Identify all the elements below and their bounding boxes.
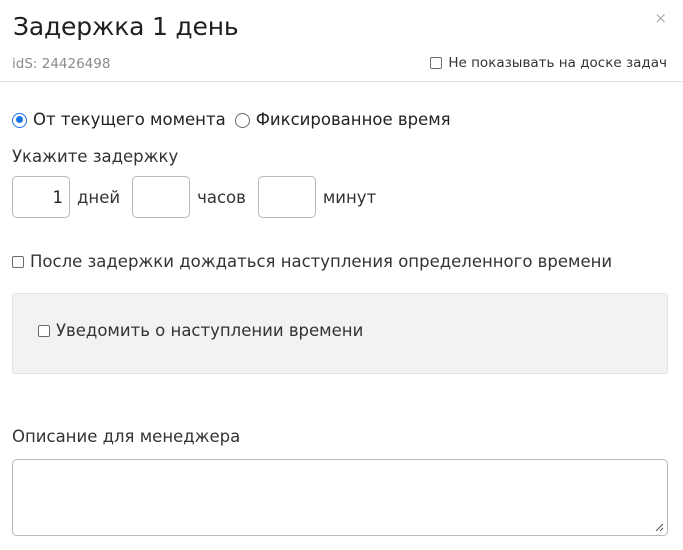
hide-on-board-toggle[interactable]: Не показывать на доске задач: [430, 54, 667, 72]
hours-unit: часов: [197, 187, 246, 207]
delay-label: Укажите задержку: [12, 147, 179, 166]
hide-on-board-checkbox[interactable]: [430, 57, 443, 69]
header-divider: [0, 81, 683, 82]
description-label: Описание для менеджера: [12, 427, 241, 446]
mode-radio-group: От текущего момента Фиксированное время: [12, 109, 460, 131]
wait-time-toggle[interactable]: После задержки дождаться наступления опр…: [12, 251, 612, 273]
wait-time-label: После задержки дождаться наступления опр…: [30, 252, 613, 271]
dialog-title: Задержка 1 день: [13, 12, 239, 41]
radio-from-now[interactable]: [12, 112, 27, 128]
minutes-unit: минут: [322, 187, 377, 207]
days-input[interactable]: [12, 176, 70, 218]
hours-input[interactable]: [132, 176, 191, 218]
days-unit: дней: [77, 187, 121, 207]
notify-toggle[interactable]: Уведомить о наступлении времени: [38, 320, 363, 342]
hide-on-board-label: Не показывать на доске задач: [448, 55, 667, 71]
notify-label: Уведомить о наступлении времени: [56, 321, 364, 340]
radio-from-now-label[interactable]: От текущего момента: [33, 109, 226, 131]
notify-checkbox[interactable]: [38, 325, 50, 337]
resize-grip-icon[interactable]: [654, 522, 664, 532]
radio-fixed-time-label[interactable]: Фиксированное время: [256, 109, 451, 131]
minutes-input[interactable]: [257, 176, 316, 218]
delay-dialog: Задержка 1 день × idS: 24426498 Не показ…: [0, 0, 683, 550]
wait-time-checkbox[interactable]: [12, 256, 24, 268]
close-icon[interactable]: ×: [654, 9, 667, 27]
radio-fixed-time[interactable]: [234, 112, 250, 128]
ids-label: idS: 24426498: [12, 56, 111, 72]
description-textarea[interactable]: [12, 459, 668, 536]
time-options-panel: Уведомить о наступлении времени: [12, 293, 668, 374]
delay-inputs: дней часов минут: [12, 176, 388, 218]
